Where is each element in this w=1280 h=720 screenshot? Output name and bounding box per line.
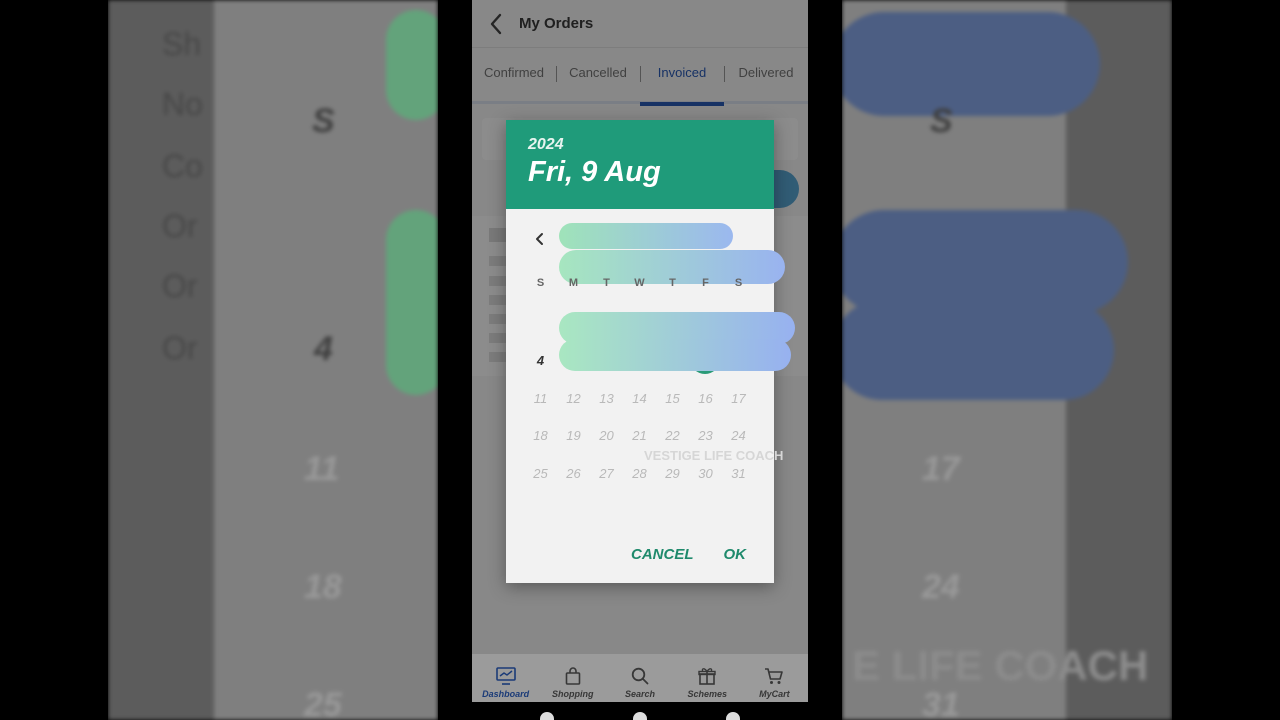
blurred-background-left: Sh No Co Or Or Or S 4 11 18 25 bbox=[108, 0, 438, 720]
calendar-day[interactable]: 15 bbox=[656, 391, 689, 406]
blurred-day: 11 bbox=[304, 450, 340, 488]
video-frame: Sh No Co Or Or Or S 4 11 18 25 S 17 24 3… bbox=[0, 0, 1280, 720]
calendar-day[interactable]: 16 bbox=[689, 391, 722, 406]
calendar-day[interactable]: 31 bbox=[722, 466, 755, 481]
letterbox-right bbox=[1172, 0, 1280, 720]
weekday-label: S bbox=[536, 277, 545, 289]
calendar-day[interactable]: 11 bbox=[524, 391, 557, 406]
nav-dashboard[interactable]: Dashboard bbox=[472, 654, 539, 702]
home-nav-icon[interactable] bbox=[633, 712, 647, 720]
watermark: VESTIGE LIFE COACH bbox=[644, 448, 784, 463]
blurred-day: 24 bbox=[922, 568, 960, 606]
calendar-day[interactable]: 21 bbox=[623, 428, 656, 443]
blurred-weekday: S bbox=[930, 102, 953, 140]
nav-search[interactable]: Search bbox=[606, 654, 673, 702]
blurred-blob bbox=[842, 300, 1114, 400]
calendar-day[interactable]: 13 bbox=[590, 391, 623, 406]
nav-mycart-label: MyCart bbox=[759, 689, 790, 699]
blurred-text: No bbox=[162, 86, 203, 122]
ok-button[interactable]: OK bbox=[724, 546, 747, 563]
calendar-day[interactable]: 30 bbox=[689, 466, 722, 481]
phone-bezel-right bbox=[808, 0, 842, 720]
blurred-background-right: S 17 24 31 E LIFE COACH bbox=[842, 0, 1172, 720]
search-icon bbox=[631, 667, 649, 685]
blurred-text: Sh bbox=[162, 26, 202, 62]
weekday-label: M bbox=[568, 277, 579, 289]
weekday-label: W bbox=[634, 277, 645, 289]
calendar-day[interactable]: 24 bbox=[722, 428, 755, 443]
calendar-day[interactable]: 26 bbox=[557, 466, 590, 481]
shopping-bag-icon bbox=[565, 667, 581, 685]
blurred-text: Or bbox=[162, 268, 198, 304]
gift-icon bbox=[698, 668, 716, 685]
blurred-watermark: E LIFE COACH bbox=[852, 642, 1149, 689]
blurred-blob bbox=[842, 210, 1128, 314]
nav-search-label: Search bbox=[624, 689, 656, 699]
phone-screen: My Orders Confirmed Cancelled Invoiced D… bbox=[472, 0, 808, 702]
calendar-day[interactable]: 29 bbox=[656, 466, 689, 481]
date-picker-header: 2024 Fri, 9 Aug bbox=[506, 120, 774, 209]
letterbox-left bbox=[0, 0, 108, 720]
date-picker-dialog: 2024 Fri, 9 Aug S M T W T F S 4 11 12 13… bbox=[506, 120, 795, 583]
blurred-day: 18 bbox=[304, 568, 342, 606]
back-nav-icon[interactable] bbox=[540, 712, 554, 720]
system-nav-buttons bbox=[540, 712, 740, 720]
redacted-month-label bbox=[559, 223, 733, 249]
nav-mycart[interactable]: MyCart bbox=[741, 654, 808, 702]
calendar-day[interactable]: 28 bbox=[623, 466, 656, 481]
weekday-label: F bbox=[702, 277, 709, 289]
recents-nav-icon[interactable] bbox=[726, 712, 740, 720]
blurred-day: 4 bbox=[314, 330, 333, 368]
blurred-blob bbox=[842, 12, 1100, 116]
calendar-day[interactable]: 23 bbox=[689, 428, 722, 443]
calendar-day[interactable]: 12 bbox=[557, 391, 590, 406]
dashboard-icon bbox=[495, 667, 516, 685]
blurred-text: Or bbox=[162, 208, 198, 244]
calendar-day[interactable]: 25 bbox=[524, 466, 557, 481]
calendar-day[interactable]: 20 bbox=[590, 428, 623, 443]
previous-month-button[interactable] bbox=[532, 231, 548, 247]
chevron-left-icon bbox=[536, 233, 543, 245]
blurred-text: Co bbox=[162, 148, 203, 184]
blurred-text: Or bbox=[162, 330, 198, 366]
weekday-label: S bbox=[734, 277, 743, 289]
nav-schemes[interactable]: Schemes bbox=[674, 654, 741, 702]
phone-bezel-left bbox=[438, 0, 472, 720]
bottom-navigation: Dashboard Shopping Search Schemes MyCart bbox=[472, 654, 808, 702]
blurred-day: 17 bbox=[922, 450, 960, 488]
blurred-day: 25 bbox=[304, 686, 342, 720]
blurred-blob bbox=[386, 10, 438, 120]
weekday-label: T bbox=[603, 277, 610, 289]
selected-date[interactable]: Fri, 9 Aug bbox=[528, 156, 774, 189]
nav-shopping[interactable]: Shopping bbox=[539, 654, 606, 702]
selected-year[interactable]: 2024 bbox=[528, 136, 774, 154]
blurred-day: 31 bbox=[922, 686, 960, 720]
nav-schemes-label: Schemes bbox=[687, 689, 727, 699]
calendar-week: 4 bbox=[524, 342, 557, 380]
dialog-actions: CANCEL OK bbox=[631, 546, 746, 563]
blurred-blob bbox=[386, 210, 438, 395]
calendar-day[interactable]: 4 bbox=[524, 353, 557, 368]
weekday-label: T bbox=[669, 277, 676, 289]
calendar-day[interactable]: 27 bbox=[590, 466, 623, 481]
cart-icon bbox=[765, 668, 784, 684]
nav-dashboard-label: Dashboard bbox=[482, 689, 530, 699]
blurred-weekday: S bbox=[312, 102, 335, 140]
nav-shopping-label: Shopping bbox=[552, 689, 594, 699]
calendar-day[interactable]: 19 bbox=[557, 428, 590, 443]
calendar-week: 11 12 13 14 15 16 17 bbox=[524, 380, 756, 418]
calendar-day[interactable]: 14 bbox=[623, 391, 656, 406]
weekday-header: S M T W T F S bbox=[524, 277, 756, 289]
calendar-day[interactable]: 18 bbox=[524, 428, 557, 443]
calendar-grid: 4 11 12 13 14 15 16 17 18 19 20 21 22 23… bbox=[524, 342, 756, 492]
calendar-day[interactable]: 22 bbox=[656, 428, 689, 443]
calendar-day[interactable]: 17 bbox=[722, 391, 755, 406]
cancel-button[interactable]: CANCEL bbox=[631, 546, 694, 563]
